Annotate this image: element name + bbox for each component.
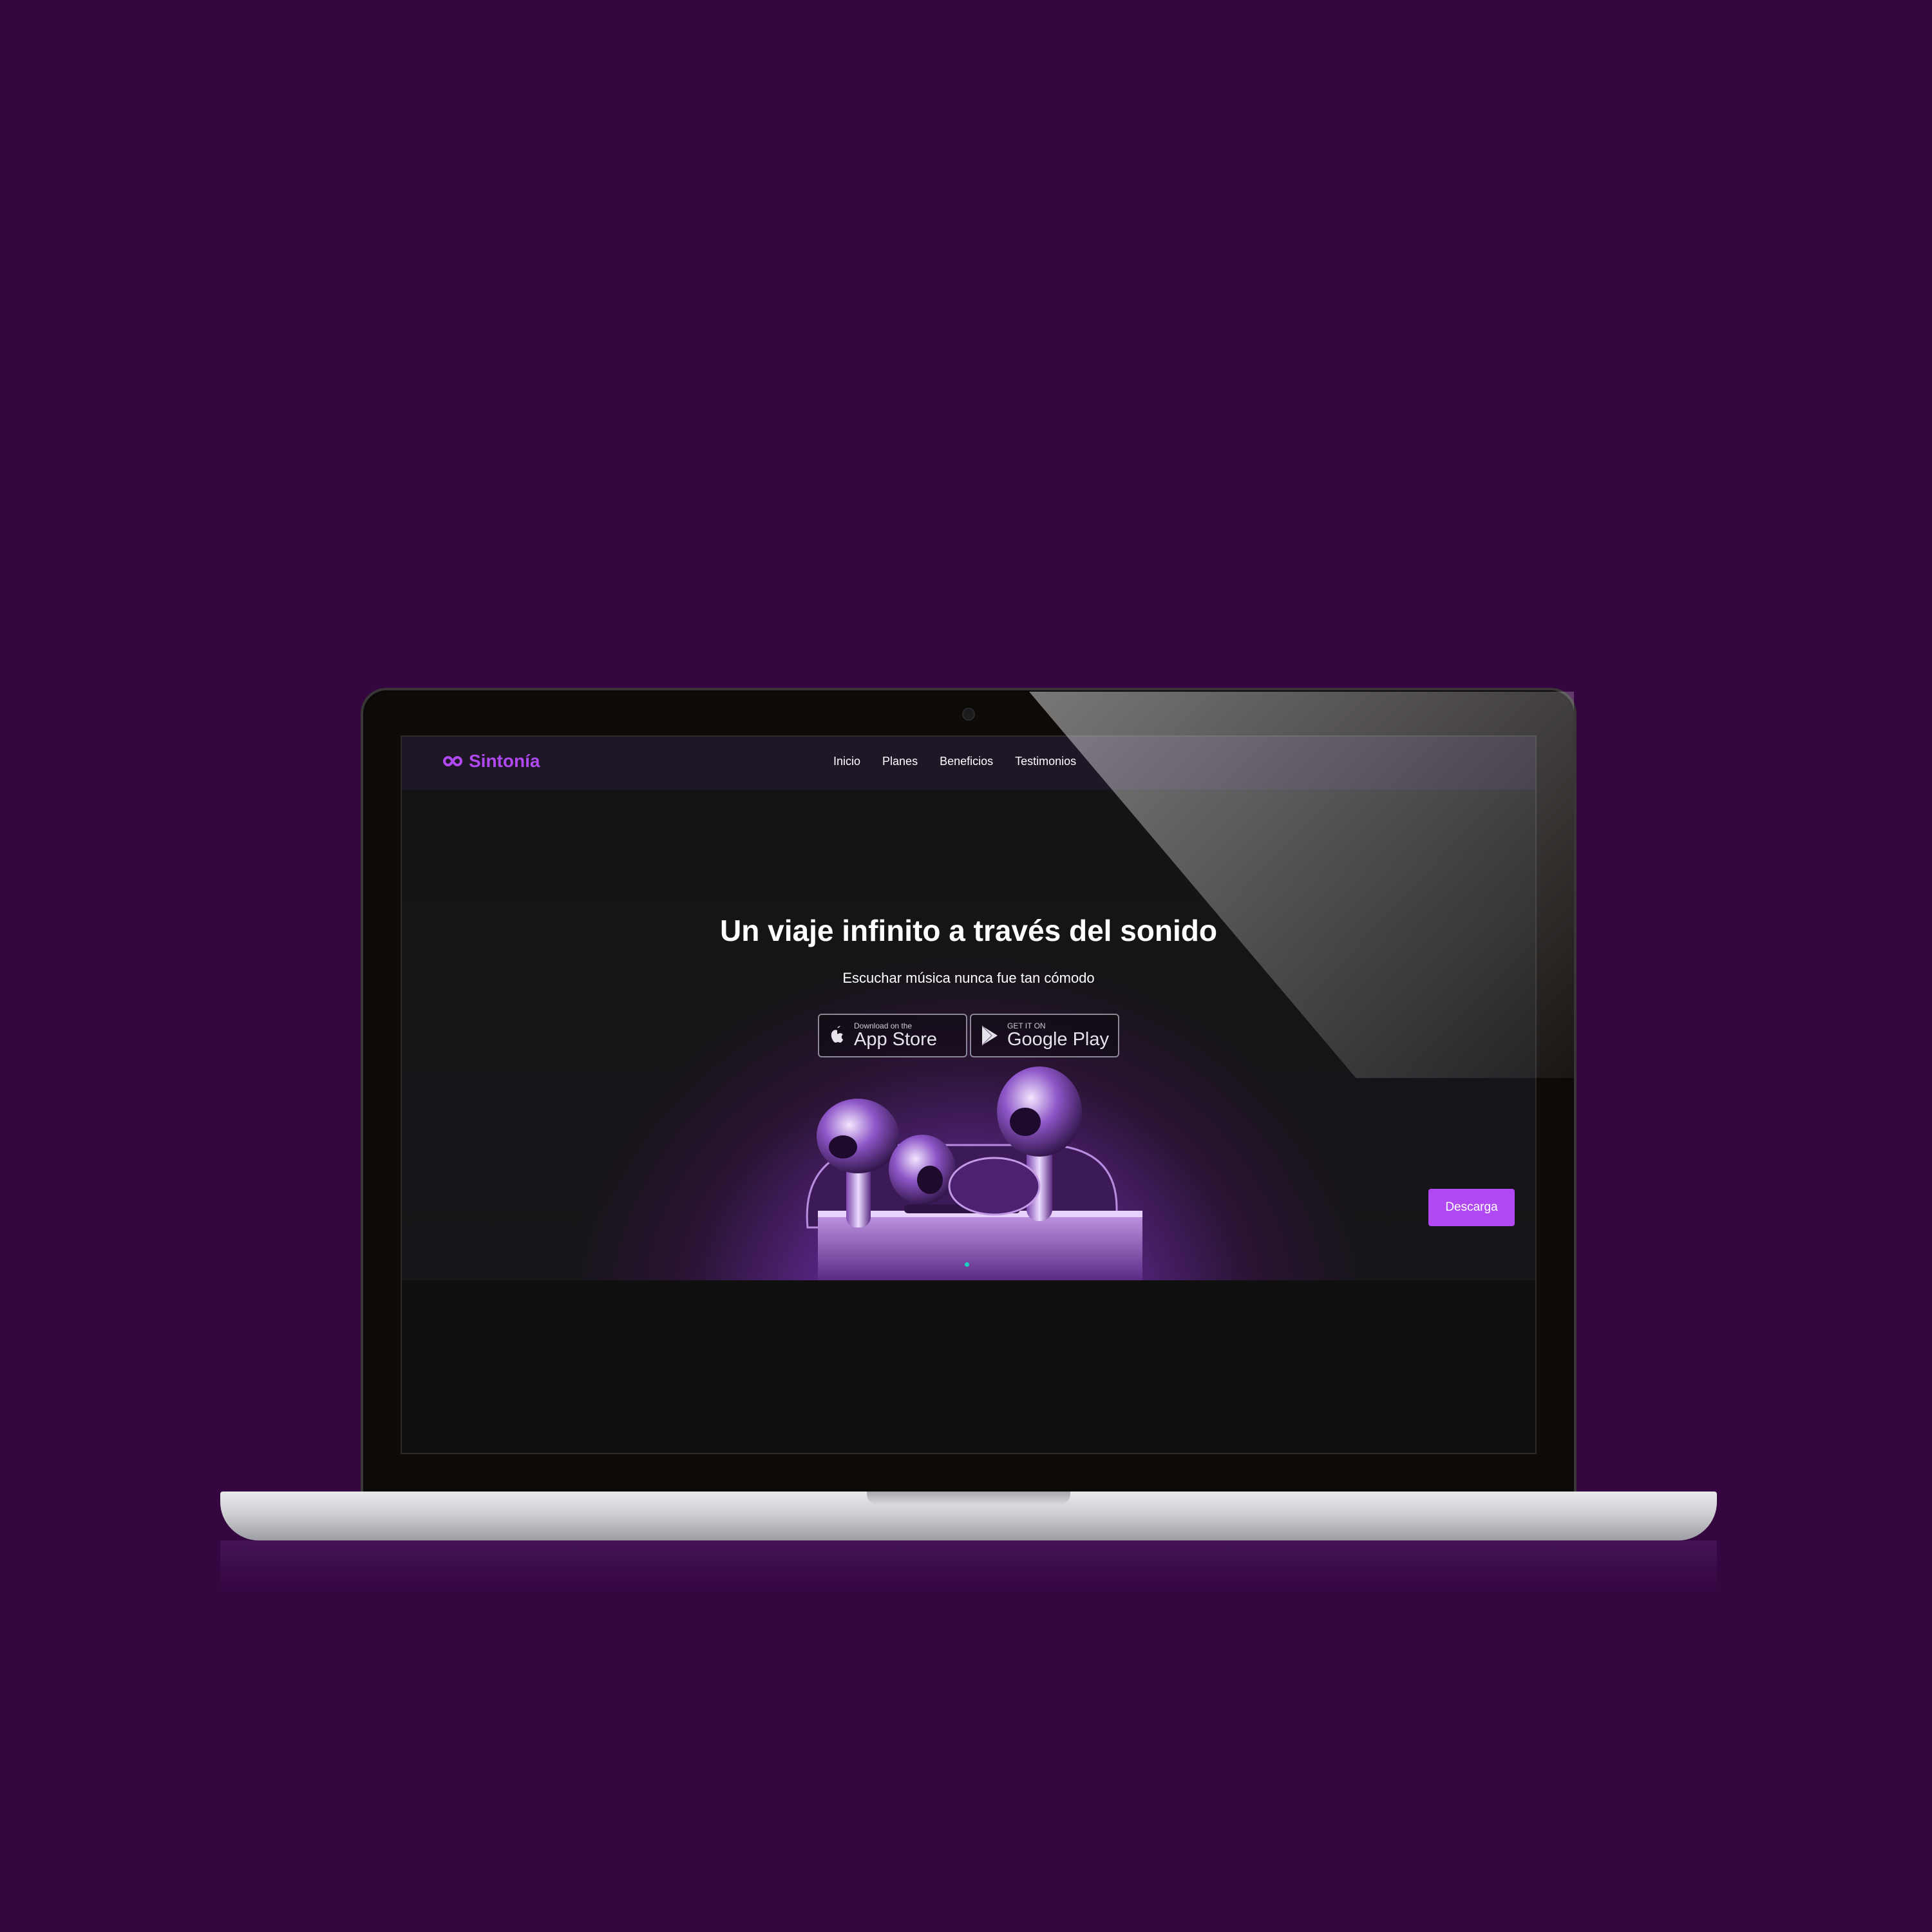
hero-title: Un viaje infinito a través del sonido (720, 914, 1217, 947)
carousel-dot[interactable] (965, 1262, 969, 1267)
google-play-big-text: Google Play (1007, 1028, 1109, 1050)
apple-icon (831, 1026, 844, 1043)
navbar: Sintonía Inicio Planes Beneficios Testim… (402, 737, 1535, 790)
nav-item-testimonios[interactable]: Testimonios (1015, 755, 1076, 768)
play-triangle-icon (981, 1025, 998, 1046)
hero-subtitle: Escuchar música nunca fue tan cómodo (842, 970, 1095, 986)
airpods-product-image (806, 1066, 1142, 1280)
download-button[interactable]: Descarga (1428, 1189, 1515, 1226)
hero-section: Un viaje infinito a través del sonido Es… (402, 790, 1535, 1280)
laptop-reflection (220, 1540, 1717, 1592)
laptop-screen: Sintonía Inicio Planes Beneficios Testim… (402, 737, 1535, 1453)
nav-item-beneficios[interactable]: Beneficios (940, 755, 993, 768)
app-store-button[interactable]: Download on the App Store (818, 1014, 967, 1057)
google-play-small-text: GET IT ON (1007, 1021, 1046, 1030)
google-play-button[interactable]: GET IT ON Google Play (970, 1014, 1119, 1057)
app-store-small-text: Download on the (854, 1021, 913, 1030)
nav-item-planes[interactable]: Planes (882, 755, 918, 768)
infinity-icon (443, 755, 462, 767)
nav-item-inicio[interactable]: Inicio (833, 755, 860, 768)
webcam (963, 709, 974, 719)
brand-name: Sintonía (469, 751, 540, 771)
lower-section (402, 1280, 1535, 1453)
nav-links: Inicio Planes Beneficios Testimonios (833, 755, 1076, 768)
brand-logo[interactable]: Sintonía (443, 751, 540, 772)
laptop-notch (867, 1492, 1070, 1504)
app-store-big-text: App Store (854, 1028, 937, 1050)
